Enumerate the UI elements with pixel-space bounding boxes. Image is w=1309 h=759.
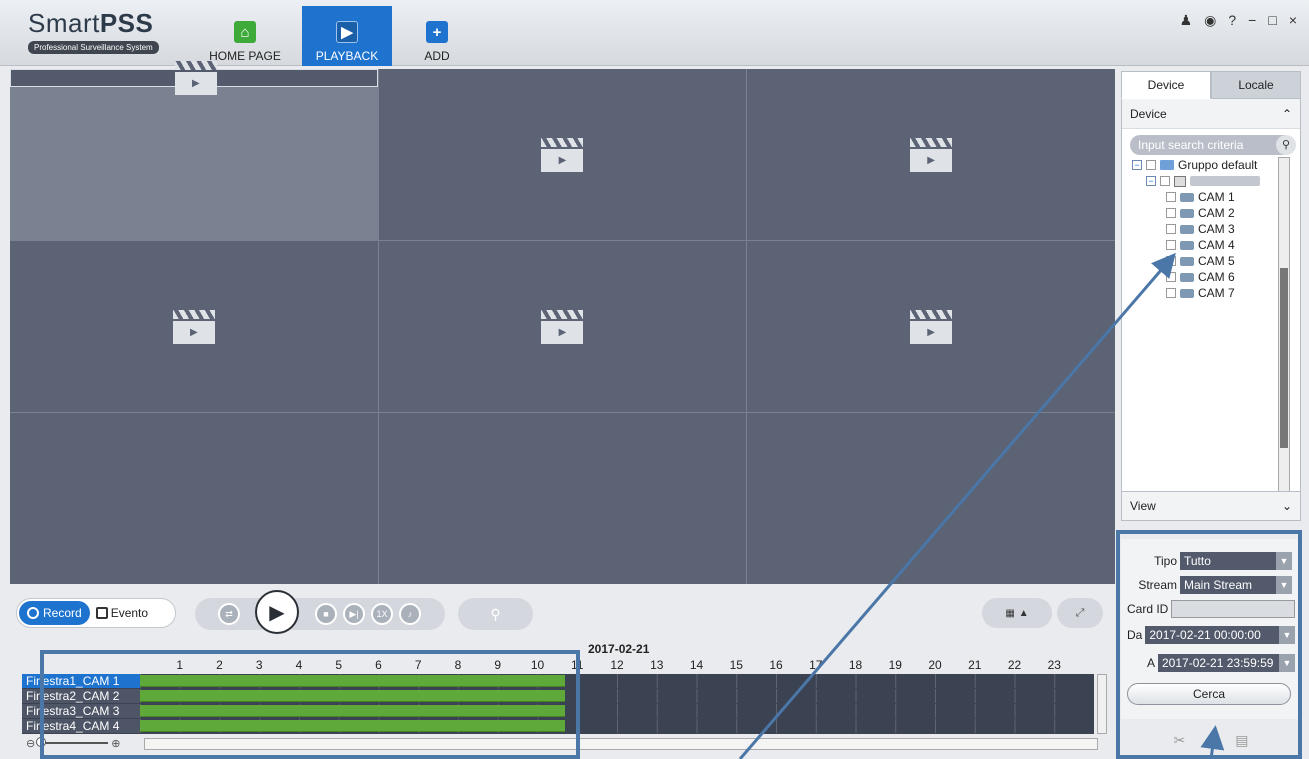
annotation-arrow-tree	[738, 252, 1176, 759]
annotation-arrows	[738, 252, 1225, 759]
annotation-arrow-tools	[1200, 725, 1225, 759]
